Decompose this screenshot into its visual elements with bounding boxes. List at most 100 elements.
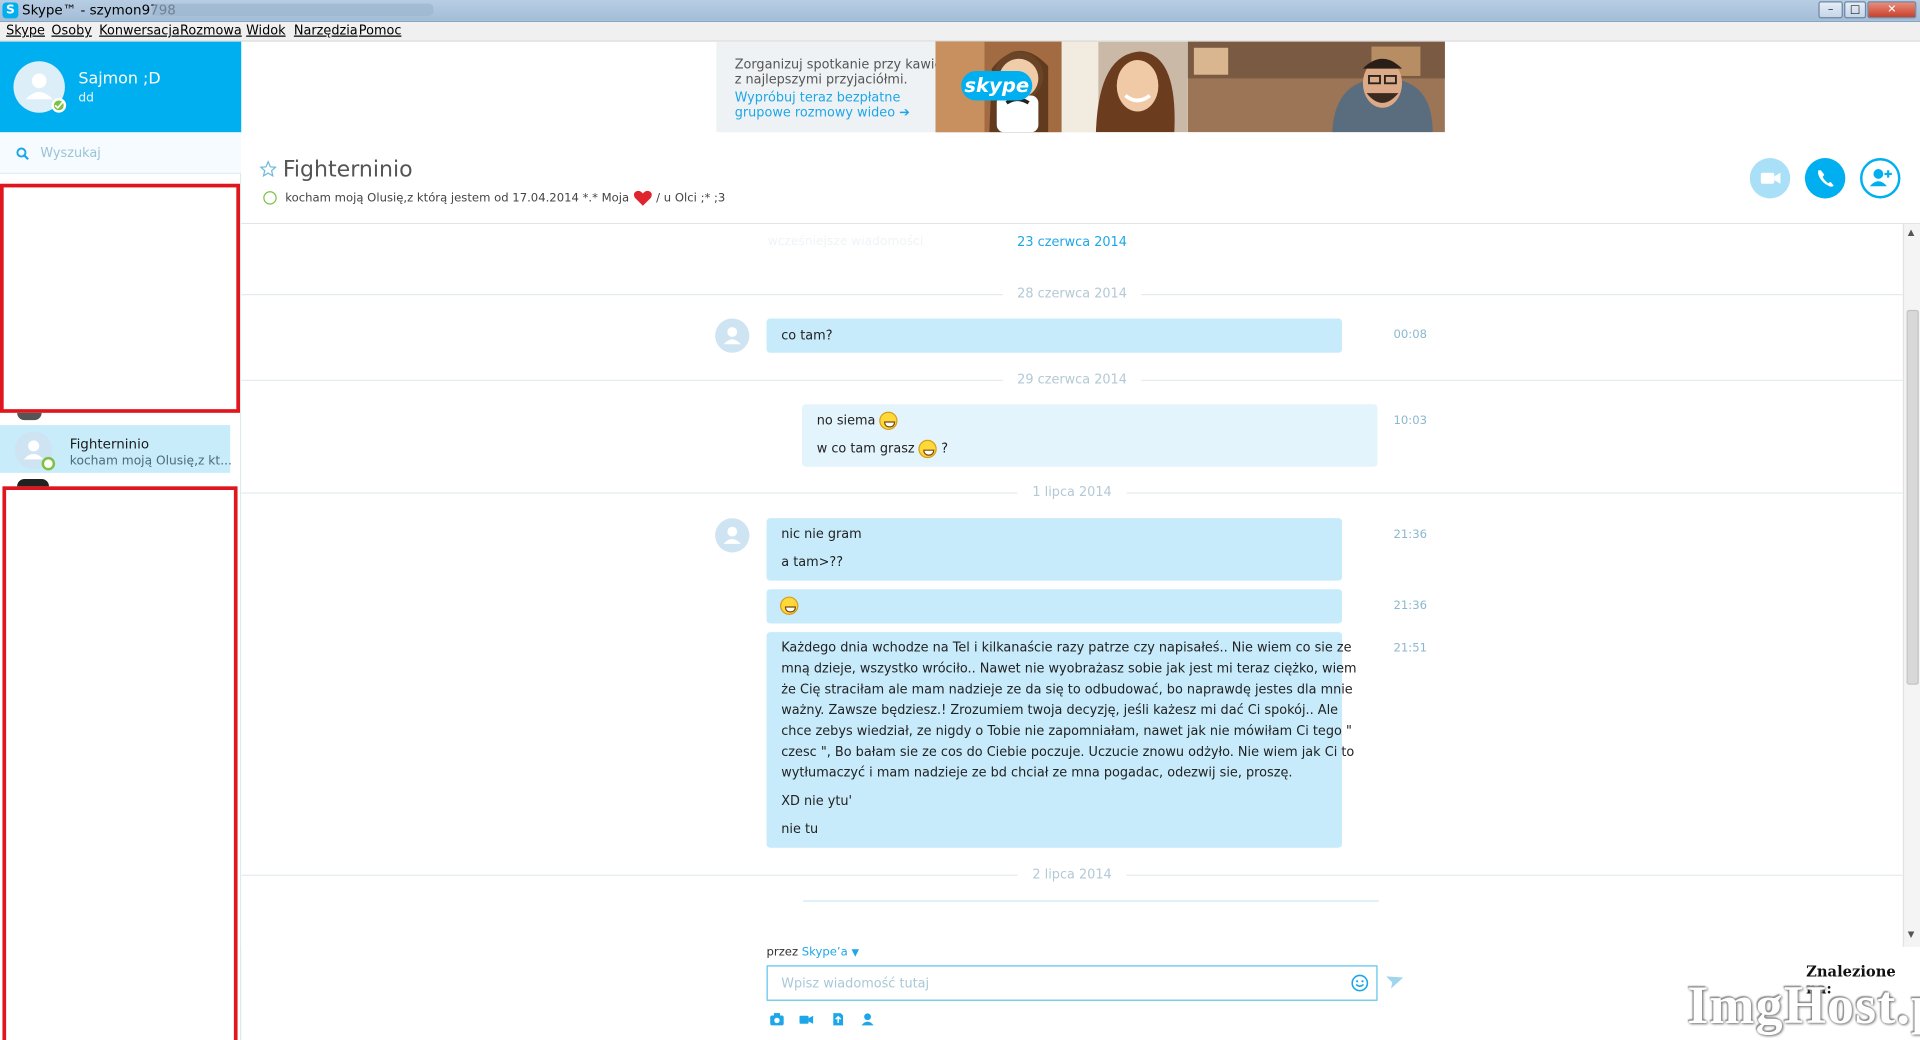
minimize-button[interactable]: – (1818, 1, 1843, 19)
message-text: wytłumaczyć i mam nadzieje ze bd chciał … (781, 765, 1293, 781)
emoticon-icon[interactable] (1351, 974, 1369, 992)
message-text: co tam? (781, 328, 833, 343)
conversation-header: Fighterninio kocham moją Olusię,z którą … (241, 132, 1920, 225)
search-icon (16, 147, 29, 161)
laugh-emoticon-icon (879, 411, 898, 430)
avatar[interactable] (715, 318, 750, 353)
earlier-date-link[interactable]: 23 czerwca 2014 (241, 235, 1903, 250)
laugh-emoticon-icon (918, 439, 938, 459)
menu-osoby[interactable]: Osoby (51, 23, 91, 38)
banner-link[interactable]: Wypróbuj teraz bezpłatne grupowe rozmowy… (735, 91, 943, 120)
menu-rozmowa[interactable]: Rozmowa (180, 23, 242, 38)
default-avatar-icon (723, 327, 741, 345)
add-contact-button[interactable] (1860, 158, 1901, 199)
mood-text: kocham moją Olusię,z którą jestem od 17.… (285, 191, 630, 206)
message-text: że Cię straciłam ale mam nadzieje ze da … (781, 682, 1353, 698)
default-avatar-icon (723, 526, 741, 544)
banner-text: Zorganizuj spotkanie przy kawie z najlep… (734, 57, 943, 87)
skype-logo: skype (961, 71, 1033, 101)
smile-emoticon-icon (780, 596, 799, 615)
send-contact-icon[interactable] (860, 1012, 876, 1027)
message-line (780, 596, 799, 615)
add-contact-icon (1869, 169, 1892, 187)
star-icon[interactable] (259, 160, 277, 178)
online-status-icon (41, 456, 56, 471)
date-label: 29 czerwca 2014 (1002, 372, 1142, 388)
scroll-down-arrow-icon[interactable]: ▼ (1908, 930, 1915, 940)
scrollbar-thumb[interactable] (1906, 309, 1919, 685)
partial-avatar (17, 478, 49, 487)
chat-history[interactable]: wcześniejsze wiadomości 23 czerwca 2014 … (241, 224, 1903, 947)
message-text: chce zebys wiedział, ze nigdy o Tobie ni… (781, 723, 1352, 739)
chat-scrollbar[interactable]: ▲ ▼ (1902, 224, 1920, 947)
message-text: XD nie ytu' (781, 793, 853, 809)
redaction-box-bottom (2, 486, 238, 1040)
close-button[interactable]: ✕ (1867, 1, 1917, 19)
message-time: 21:36 (1393, 527, 1428, 542)
profile-mood: dd (78, 91, 94, 106)
search-box[interactable]: Wyszukaj (0, 132, 242, 174)
message-bubble[interactable]: nic nie gram a tam>?? (766, 518, 1343, 581)
camera-icon[interactable] (769, 1012, 785, 1027)
message-time: 10:03 (1393, 414, 1428, 428)
contact-item-fighterninio[interactable]: Fighterninio kocham moją Olusię,z kt... (0, 425, 232, 473)
search-input[interactable]: Wyszukaj (40, 146, 100, 161)
conversation-title: Fighterninio (282, 156, 413, 183)
message-text: czesc ", Bo bałam sie ze cos do Ciebie p… (781, 744, 1355, 760)
contact-mood: kocham moją Olusię,z kt... (69, 454, 232, 468)
message-text: w co tam grasz (816, 441, 915, 457)
menu-skype[interactable]: Skype (6, 23, 45, 38)
menu-bar: Skype Osoby Konwersacja Rozmowa Widok Na… (0, 22, 1920, 42)
message-bubble[interactable]: no siema w co tam grasz ? (802, 404, 1378, 467)
message-input-placeholder[interactable]: Wpisz wiadomość tutaj (781, 976, 929, 991)
call-icon (1817, 170, 1834, 187)
redaction-box-top (0, 183, 241, 413)
chevron-down-icon: ▼ (851, 946, 860, 958)
date-separator: 29 czerwca 2014 (241, 371, 1903, 391)
message-input[interactable]: Wpisz wiadomość tutaj (766, 965, 1378, 1001)
scroll-up-arrow-icon[interactable]: ▲ (1908, 228, 1915, 238)
message-text: mną dzieje, wszystko wróciło.. Nawet nie… (781, 661, 1357, 677)
maximize-button[interactable]: □ (1844, 1, 1867, 19)
menu-narzedzia[interactable]: Narzędzia (294, 23, 358, 38)
online-status-icon (263, 191, 277, 205)
message-time: 21:36 (1393, 599, 1428, 613)
call-button[interactable] (1804, 158, 1846, 199)
profile-header[interactable]: Sajmon ;D dd (0, 41, 242, 133)
heart-icon (633, 190, 652, 206)
message-bubble[interactable]: co tam? (766, 318, 1343, 353)
send-icon[interactable] (1386, 975, 1404, 990)
menu-widok[interactable]: Widok (246, 23, 285, 38)
date-separator: 2 lipca 2014 (241, 866, 1903, 886)
video-call-button[interactable] (1749, 158, 1791, 199)
contact-name: Fighterninio (69, 436, 150, 453)
ad-banner[interactable]: Zorganizuj spotkanie przy kawie z najlep… (716, 41, 1445, 133)
partial-message-bubble (803, 900, 1379, 902)
banner-photo-image (1061, 41, 1188, 133)
blurred-title-area (151, 3, 434, 16)
date-label: 1 lipca 2014 (1017, 485, 1127, 500)
conversation-mood: kocham moją Olusię,z którą jestem od 17.… (285, 190, 725, 207)
avatar[interactable] (715, 518, 750, 553)
banner-photo (1187, 41, 1445, 133)
message-bubble[interactable]: Każdego dnia wchodze na Tel i kilkanaści… (766, 632, 1357, 848)
online-status-icon (51, 98, 67, 113)
message-text: ważny. Zawsze będziesz.! Zrozumiem twoja… (781, 703, 1339, 718)
message-line: w co tam grasz ? (816, 439, 949, 459)
message-text: a tam>?? (781, 554, 844, 570)
message-text: Każdego dnia wchodze na Tel i kilkanaści… (781, 640, 1352, 656)
message-text: ? (941, 441, 949, 457)
via-prefix: przez (766, 945, 799, 960)
via-skype-link[interactable]: Skype’a (802, 946, 848, 959)
video-message-icon[interactable] (798, 1012, 814, 1027)
banner-photo (1061, 41, 1188, 133)
banner-photo-image (1187, 41, 1445, 133)
send-via-selector[interactable]: przez Skype’a ▼ (767, 946, 859, 959)
menu-konwersacja[interactable]: Konwersacja (99, 23, 180, 38)
send-file-icon[interactable] (830, 1012, 846, 1027)
profile-name: Sajmon ;D (78, 69, 161, 89)
date-separator: 28 czerwca 2014 (241, 285, 1903, 305)
message-bubble[interactable] (766, 589, 1343, 624)
date-label: 2 lipca 2014 (1017, 867, 1127, 882)
menu-pomoc[interactable]: Pomoc (359, 23, 402, 38)
